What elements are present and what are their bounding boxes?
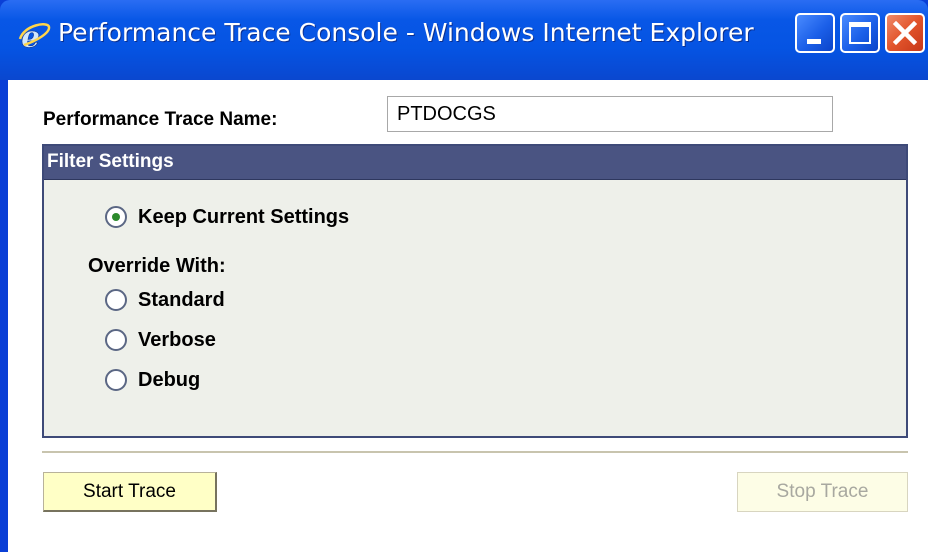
radio-debug[interactable]: Debug <box>105 366 305 396</box>
radio-verbose[interactable]: Verbose <box>105 326 305 356</box>
debug-label: Debug <box>138 369 201 391</box>
browser-window: e Performance Trace Console - Windows In… <box>0 0 928 552</box>
radio-dot <box>112 213 120 221</box>
radio-keep-current[interactable]: Keep Current Settings <box>105 203 405 233</box>
filter-settings-title: Filter Settings <box>47 151 174 172</box>
ie-icon: e <box>18 20 51 53</box>
radio-button[interactable] <box>105 329 127 351</box>
radio-button[interactable] <box>105 369 127 391</box>
start-trace-button[interactable]: Start Trace <box>43 472 217 512</box>
radio-button-selected[interactable] <box>105 206 127 228</box>
radio-button[interactable] <box>105 289 127 311</box>
keep-current-label: Keep Current Settings <box>138 206 350 228</box>
filter-settings-panel: Filter Settings Keep Current Settings Ov… <box>42 144 908 438</box>
page-content: Performance Trace Name: Filter Settings … <box>8 80 928 552</box>
stop-trace-button[interactable]: Stop Trace <box>737 472 908 512</box>
maximize-icon <box>849 22 871 44</box>
verbose-label: Verbose <box>138 329 216 351</box>
close-icon <box>892 20 918 46</box>
minimize-icon <box>807 39 821 44</box>
minimize-button[interactable] <box>795 13 835 53</box>
maximize-button[interactable] <box>840 13 880 53</box>
standard-label: Standard <box>138 289 225 311</box>
trace-name-input[interactable] <box>387 96 833 132</box>
radio-standard[interactable]: Standard <box>105 286 305 316</box>
title-bar[interactable]: e Performance Trace Console - Windows In… <box>0 0 928 80</box>
close-button[interactable] <box>885 13 925 53</box>
trace-name-label: Performance Trace Name: <box>43 109 278 130</box>
window-title: Performance Trace Console - Windows Inte… <box>58 18 754 47</box>
filter-settings-header: Filter Settings <box>44 146 906 180</box>
override-with-label: Override With: <box>88 255 226 277</box>
divider <box>42 451 908 453</box>
